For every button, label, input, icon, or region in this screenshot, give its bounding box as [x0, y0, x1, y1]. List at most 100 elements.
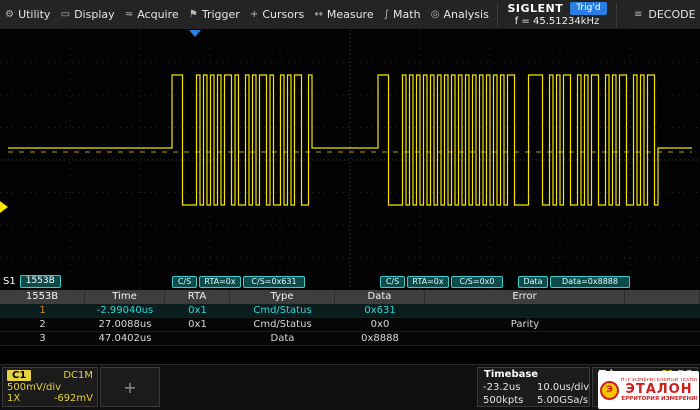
table-header-row: 1553B Time RTA Type Data Error — [0, 290, 700, 304]
position-control[interactable]: + — [100, 367, 160, 407]
table-filler — [625, 318, 700, 331]
decode-bubble-cs-1: C/S — [172, 276, 197, 288]
row-index: 1 — [0, 304, 85, 317]
table-filler — [625, 304, 700, 317]
timebase-points: 500kpts — [478, 395, 532, 406]
watermark-name: ЭТАЛОН — [625, 383, 692, 396]
top-menu-bar: ⚙ Utility ▭Display ≈ Acquire ⚑ Trigger + Cur… — [0, 0, 700, 30]
col-header-error: Error — [425, 290, 625, 304]
decode-bubble-csval-2: C/S=0x0 — [451, 276, 503, 288]
row-type: Cmd/Status — [230, 318, 335, 331]
table-row[interactable]: 3 47.0402us Data 0x8888 — [0, 332, 700, 346]
menu-utility[interactable]: ⚙ Utility — [5, 8, 50, 21]
menu-decode[interactable]: ≡ DECODE — [634, 8, 696, 21]
decode-bus-label[interactable]: S1 1553B — [3, 275, 61, 288]
menu-analysis[interactable]: ◎ Analysis — [431, 8, 489, 21]
menu-trigger[interactable]: ⚑ Trigger — [189, 8, 240, 21]
etalon-watermark: Э ЦЕНТР ИЗМЕРИТЕЛЬНОЙ ТЕХНИКИ ЭТАЛОН ТЕР… — [598, 371, 699, 409]
menu-decode-label: DECODE — [648, 8, 695, 21]
decode-bubble-dataval: Data=0x8888 — [550, 276, 630, 288]
menu-cursors[interactable]: + Cursors — [250, 8, 304, 21]
row-data: 0x8888 — [335, 332, 425, 345]
row-time: 27.0088us — [85, 318, 165, 331]
decode-bubble-cs-2: C/S — [380, 276, 405, 288]
channel1-offset: -692mV — [54, 393, 93, 404]
trigger-flag-icon: ⚑ — [189, 9, 198, 20]
menu-math[interactable]: ∫Math — [384, 8, 421, 21]
menu-cursors-label: Cursors — [262, 8, 304, 21]
menu-analysis-label: Analysis — [444, 8, 489, 21]
menu-divider-2 — [616, 3, 617, 27]
gear-icon: ⚙ — [5, 9, 14, 20]
row-type: Data — [230, 332, 335, 345]
channel1-coupling: DC1M — [63, 370, 93, 381]
row-data: 0x631 — [335, 304, 425, 317]
acquire-icon: ≈ — [125, 9, 133, 20]
decode-bubble-rta-2: RTA=0x — [407, 276, 449, 288]
col-header-type: Type — [230, 290, 335, 304]
channel1-probe: 1X — [7, 393, 20, 404]
channel1-descriptor[interactable]: C1 DC1M 500mV/div 1X -692mV — [2, 367, 98, 407]
col-header-time: Time — [85, 290, 165, 304]
row-data: 0x0 — [335, 318, 425, 331]
timebase-scale: 10.0us/div — [532, 382, 589, 393]
menu-math-label: Math — [393, 8, 421, 21]
waveform-area: S1 1553B C/S RTA=0x C/S=0x631 C/S RTA=0x… — [0, 30, 700, 290]
decode-icon: ≡ — [634, 9, 642, 20]
row-error — [425, 332, 625, 345]
bottom-status-bar: C1 DC1M 500mV/div 1X -692mV + Timebase -… — [0, 364, 700, 410]
timebase-descriptor[interactable]: Timebase -23.2us 10.0us/div 500kpts 5.00… — [477, 367, 590, 407]
bus-source-label: S1 — [3, 276, 16, 287]
table-row[interactable]: 2 27.0088us 0x1 Cmd/Status 0x0 Parity — [0, 318, 700, 332]
channel1-scale: 500mV/div — [7, 382, 61, 393]
status-block: SIGLENT Trig'd f = 45.51234kHz — [501, 2, 613, 27]
frequency-readout: f = 45.51234kHz — [515, 16, 600, 27]
menu-acquire[interactable]: ≈ Acquire — [125, 8, 179, 21]
row-type: Cmd/Status — [230, 304, 335, 317]
row-rta: 0x1 — [165, 304, 230, 317]
timebase-delay: -23.2us — [478, 382, 532, 393]
bus-protocol-badge: 1553B — [20, 275, 61, 288]
menu-acquire-label: Acquire — [137, 8, 178, 21]
decode-bubble-data: Data — [518, 276, 548, 288]
row-rta — [165, 332, 230, 345]
trigger-status-badge: Trig'd — [570, 2, 606, 15]
measure-icon: ↔ — [314, 9, 322, 20]
col-header-rta: RTA — [165, 290, 230, 304]
channel1-badge: C1 — [7, 370, 31, 381]
row-index: 2 — [0, 318, 85, 331]
watermark-line2: ТЕРРИТОРИЯ ИЗМЕРЕНИЙ — [621, 396, 697, 402]
trigger-position-marker[interactable] — [189, 30, 201, 37]
analysis-icon: ◎ — [431, 9, 440, 20]
table-row[interactable]: 1 -2.99040us 0x1 Cmd/Status 0x631 — [0, 304, 700, 318]
timebase-sample-rate: 5.00GSa/s — [532, 395, 589, 406]
menu-measure-label: Measure — [327, 8, 374, 21]
decode-bubble-csval-1: C/S=0x631 — [243, 276, 305, 288]
cursors-icon: + — [250, 9, 258, 20]
display-icon: ▭ — [61, 9, 70, 20]
decode-list-table: 1553B Time RTA Type Data Error 1 -2.9904… — [0, 290, 700, 346]
crosshair-icon: + — [123, 378, 136, 397]
row-time: 47.0402us — [85, 332, 165, 345]
graticule-and-trace — [0, 30, 700, 290]
row-error: Parity — [425, 318, 625, 331]
ch1-level-marker[interactable] — [0, 201, 8, 213]
graticule — [0, 30, 700, 290]
siglent-logo: SIGLENT — [507, 2, 563, 15]
menu-display[interactable]: ▭Display — [61, 8, 115, 21]
table-filler — [625, 332, 700, 345]
row-rta: 0x1 — [165, 318, 230, 331]
menu-list: ⚙ Utility ▭Display ≈ Acquire ⚑ Trigger + Cur… — [0, 8, 494, 21]
etalon-emblem-icon: Э — [600, 381, 619, 400]
col-header-protocol: 1553B — [0, 290, 85, 304]
menu-utility-label: Utility — [18, 8, 50, 21]
timebase-title: Timebase — [478, 369, 589, 380]
row-time: -2.99040us — [85, 304, 165, 317]
row-index: 3 — [0, 332, 85, 345]
col-header-data: Data — [335, 290, 425, 304]
menu-divider — [497, 3, 498, 27]
decode-bubble-rta-1: RTA=0x — [199, 276, 241, 288]
row-error — [425, 304, 625, 317]
menu-trigger-label: Trigger — [202, 8, 240, 21]
menu-measure[interactable]: ↔ Measure — [314, 8, 373, 21]
